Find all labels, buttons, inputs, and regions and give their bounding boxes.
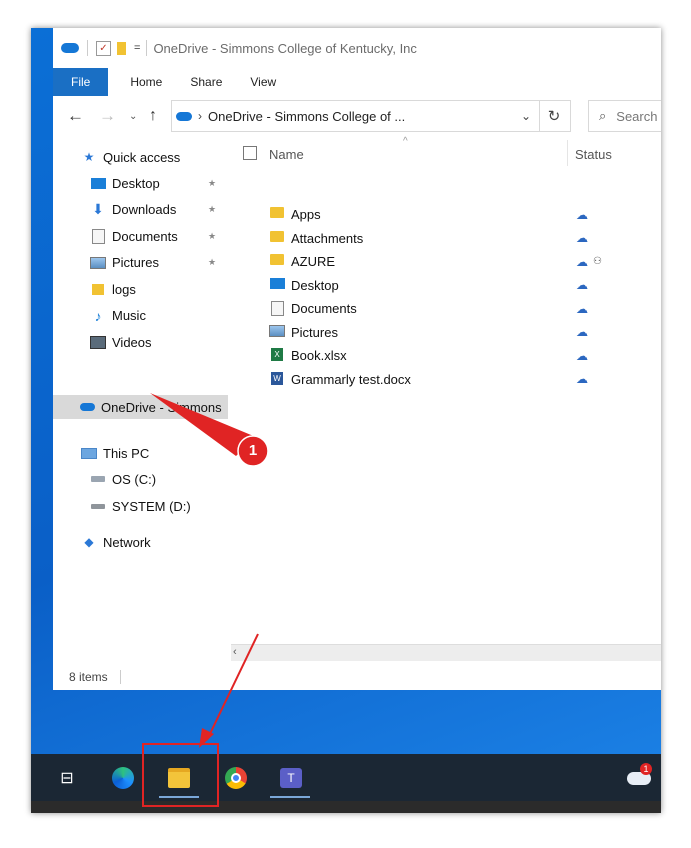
callout-step-number: 1 xyxy=(248,442,258,459)
annotation-overlay xyxy=(142,393,269,807)
arrow-line xyxy=(206,633,259,741)
highlight-box xyxy=(142,743,219,807)
